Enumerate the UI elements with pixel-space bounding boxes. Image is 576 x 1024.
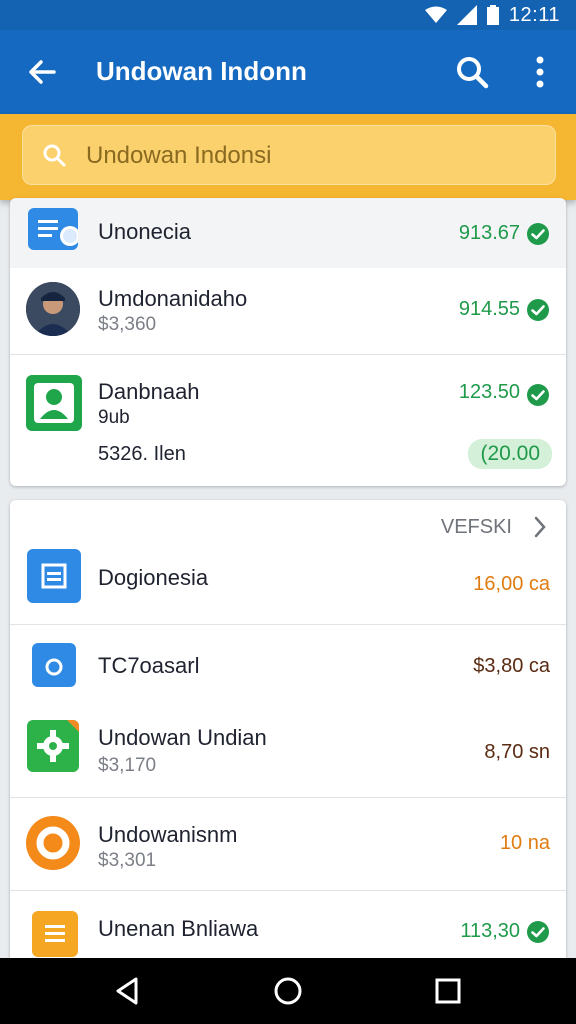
signal-icon [456, 5, 477, 25]
document-icon [41, 563, 67, 589]
item-name: Danbnaah [98, 379, 200, 404]
back-arrow-icon[interactable] [24, 54, 60, 90]
transactions-card-1: Unonecia 913.67 Umdonanidaho $3,360 914.… [10, 198, 566, 486]
list-item[interactable]: Undowan Undian $3,170 8,70 sn [10, 715, 566, 797]
item-amount: 914.55 [458, 298, 520, 320]
check-circle-icon [527, 384, 549, 406]
person-icon [26, 282, 80, 336]
status-icons: 12:11 [424, 3, 560, 27]
list-item[interactable]: Unonecia 913.67 [10, 198, 566, 268]
item-amount: 113,30 [460, 920, 520, 942]
status-bar: 12:11 [0, 0, 576, 30]
list-icon [45, 925, 65, 942]
camera-icon [38, 649, 70, 679]
search-band: Undowan Indonsi [0, 114, 576, 200]
item-amount: 8,70 sn [484, 741, 550, 763]
item-amount: $3,80 ca [473, 655, 550, 677]
orange-app-icon [26, 816, 80, 870]
item-amount: 10 na [499, 832, 550, 854]
item-amount: 123.50 [458, 381, 520, 403]
list-item[interactable]: Danbnaah 9ub 5326. Ilen 123.50 (20.00 [10, 355, 566, 486]
status-time: 12:11 [508, 3, 560, 26]
recents-icon[interactable] [432, 975, 464, 1007]
search-field-icon [43, 144, 66, 167]
item-amount: 913.67 [458, 222, 520, 244]
transactions-card-2: VEFSKI Dogionesia 16,00 ca TC7oasarl $3,… [10, 500, 566, 970]
item-subtitle: 9ub [98, 407, 130, 428]
amount-badge: (20.00 [468, 439, 552, 469]
back-icon[interactable] [112, 975, 144, 1007]
more-vert-icon[interactable] [524, 52, 556, 92]
item-subtitle: $3,360 [98, 314, 157, 335]
battery-icon [486, 5, 499, 25]
app-bar: Undowan Indonn [0, 30, 576, 114]
item-name: Umdonanidaho [98, 286, 248, 311]
search-input[interactable]: Undowan Indonsi [22, 125, 556, 185]
wifi-icon [424, 6, 447, 23]
item-subtitle: $3,170 [98, 755, 157, 776]
check-circle-icon [527, 299, 549, 321]
check-circle-icon [527, 921, 549, 943]
gear-icon [37, 720, 79, 762]
search-icon[interactable] [452, 52, 492, 92]
camera-app-icon [32, 643, 76, 687]
lines-icon [38, 220, 78, 246]
avatar [26, 282, 80, 336]
item-detail: 5326. Ilen [98, 443, 186, 465]
document-app-icon [27, 549, 81, 603]
list-item[interactable]: Undowanisnm $3,301 10 na [10, 798, 566, 890]
page-title: Undowan Indonn [96, 56, 307, 86]
section-header[interactable]: VEFSKI [10, 500, 566, 544]
system-navigation-bar [0, 958, 576, 1024]
item-name: Dogionesia [98, 565, 209, 590]
chevron-right-icon [534, 516, 546, 538]
item-name: TC7oasarl [98, 653, 200, 678]
item-name: Undowanisnm [98, 822, 238, 847]
section-header-label: VEFSKI [440, 516, 512, 538]
contact-app-icon [26, 375, 82, 431]
list-item[interactable]: Umdonanidaho $3,360 914.55 [10, 268, 566, 354]
search-value: Undowan Indonsi [86, 142, 272, 169]
item-amount: 16,00 ca [473, 573, 550, 595]
item-name: Unenan Bnliawa [98, 916, 259, 941]
check-circle-icon [527, 223, 549, 245]
list-item[interactable]: Dogionesia 16,00 ca [10, 544, 566, 624]
item-name: Unonecia [98, 219, 191, 244]
home-icon[interactable] [272, 975, 304, 1007]
settings-app-icon [27, 720, 79, 772]
list-item[interactable]: TC7oasarl $3,80 ca [10, 625, 566, 715]
item-subtitle: $3,301 [98, 850, 157, 871]
item-name: Undowan Undian [98, 725, 267, 750]
ring-icon [36, 826, 70, 860]
document-app-icon [28, 208, 78, 250]
notes-app-icon [32, 911, 78, 957]
user-badge-icon [34, 383, 74, 423]
